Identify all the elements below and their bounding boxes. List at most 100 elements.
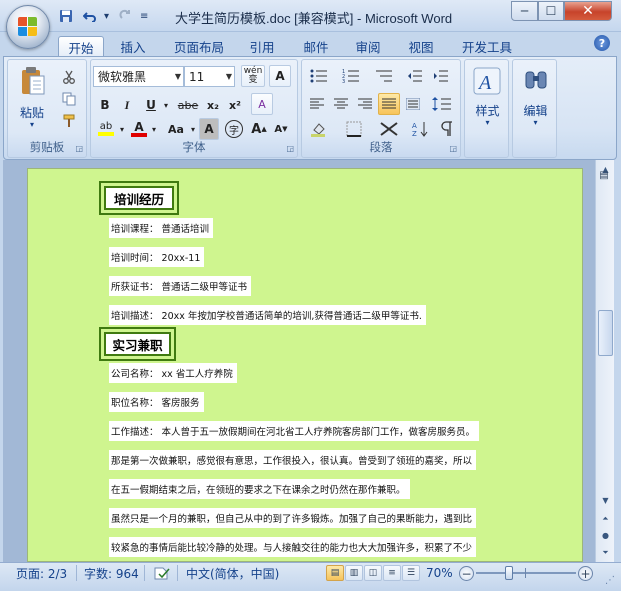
tab-developer[interactable]: 开发工具 [455,36,519,57]
format-painter-icon[interactable] [58,110,80,132]
font-name-combo[interactable]: 微软雅黑 ▼ [93,66,184,87]
zoom-slider[interactable] [476,572,576,574]
maximize-button[interactable]: ☐ [538,1,564,21]
document-page[interactable]: 培训经历 培训课程： 普通话培训 培训时间： 20xx-11 所获证书： 普通话… [27,168,583,562]
scroll-thumb[interactable] [598,310,613,356]
sort-icon[interactable]: AZ [408,118,432,140]
shading-icon[interactable] [306,118,334,140]
clear-formatting-button[interactable]: A [251,93,273,115]
resize-grip-icon[interactable]: ⋰ [605,575,615,586]
tab-view[interactable]: 视图 [400,36,442,57]
office-button[interactable] [6,5,50,49]
strikethrough-button[interactable]: abe [175,94,201,116]
zoom-slider-knob[interactable] [505,566,513,580]
undo-icon[interactable] [80,7,100,25]
multilevel-list-icon[interactable] [370,65,398,87]
justify-icon[interactable] [378,93,400,115]
copy-icon[interactable] [58,88,80,110]
chevron-down-icon[interactable]: ▼ [175,67,181,86]
document-area[interactable]: 培训经历 培训课程： 普通话培训 培训时间： 20xx-11 所获证书： 普通话… [3,160,595,562]
doc-line[interactable]: 培训描述： 20xx 年按加学校普通话简单的培训,获得普通话二级甲等证书. [109,305,426,325]
zoom-in-button[interactable]: + [578,566,593,581]
line-spacing-icon[interactable] [428,93,456,115]
highlight-button[interactable]: ab [95,118,117,140]
font-color-button[interactable]: A [129,118,149,140]
previous-page-icon[interactable]: ⏶ [599,512,612,525]
save-icon[interactable] [56,7,76,25]
doc-line[interactable]: 那是第一次做兼职，感觉很有意思，工作很投入，很认真。曾受到了领班的嘉奖，所以 [109,450,477,470]
paste-button[interactable]: 粘贴 ▾ [14,64,50,134]
numbering-icon[interactable]: 123 [338,65,364,87]
grow-font-button[interactable]: A ▲ [249,118,269,140]
doc-line[interactable]: 在五一假期结束之后，在领班的要求之下在课余之时仍然在那作兼职。 [109,479,410,499]
increase-indent-icon[interactable] [430,65,452,87]
distributed-icon[interactable] [402,93,424,115]
full-screen-reading-icon[interactable]: ▥ [345,565,363,581]
tab-insert[interactable]: 插入 [112,36,154,57]
customize-qat-icon[interactable]: ≡ [140,11,150,22]
bullets-icon[interactable] [306,65,332,87]
doc-line[interactable]: 培训时间： 20xx-11 [109,247,205,267]
print-layout-view-icon[interactable]: ▤ [326,565,344,581]
minimize-button[interactable]: ─ [511,1,538,21]
tab-home[interactable]: 开始 [58,36,104,57]
zoom-level[interactable]: 70% [426,563,453,583]
redo-icon[interactable] [116,7,136,25]
italic-button[interactable]: I [117,94,137,116]
tab-page-layout[interactable]: 页面布局 [165,36,233,57]
tab-references[interactable]: 引用 [241,36,283,57]
change-case-button[interactable]: Aa [163,118,189,140]
bold-button[interactable]: B [95,94,115,116]
doc-line[interactable]: 工作描述： 本人曾于五一放假期间在河北省工人疗养院客房部门工作，做客房服务员。 [109,421,480,441]
chevron-down-icon[interactable]: ▾ [189,118,197,140]
help-icon[interactable]: ? [594,35,610,51]
view-ruler-icon[interactable]: ▤ [597,170,611,184]
word-count[interactable]: 字数: 964 [84,563,139,583]
phonetic-guide-button[interactable]: wén 变 [241,65,265,87]
font-launcher-icon[interactable]: ◲ [286,144,294,153]
character-shading-button[interactable]: A [199,118,219,140]
scroll-down-icon[interactable]: ▼ [599,494,612,507]
align-center-icon[interactable] [330,93,352,115]
borders-icon[interactable] [340,118,368,140]
doc-line[interactable]: 较紧急的事情后能比较冷静的处理。与人接触交往的能力也大大加强许多，积累了不少 [109,537,477,557]
chevron-down-icon[interactable]: ▾ [161,94,171,116]
align-right-icon[interactable] [354,93,376,115]
chevron-down-icon[interactable]: ▾ [117,118,127,140]
select-browse-object-icon[interactable]: ● [599,529,612,542]
doc-line[interactable]: 职位名称： 客房服务 [109,392,204,412]
outline-view-icon[interactable]: ≡ [383,565,401,581]
character-border-button[interactable]: A [269,65,291,87]
enclose-characters-button[interactable]: 字 [223,118,245,140]
proofing-icon[interactable] [153,563,171,583]
tab-mailings[interactable]: 邮件 [295,36,337,57]
decrease-indent-icon[interactable] [404,65,426,87]
language-indicator[interactable]: 中文(简体，中国) [186,563,279,583]
superscript-button[interactable]: x² [225,94,245,116]
draft-view-icon[interactable]: ☰ [402,565,420,581]
undo-dropdown-icon[interactable]: ▾ [104,11,112,22]
web-layout-icon[interactable]: ◫ [364,565,382,581]
zoom-out-button[interactable]: − [459,566,474,581]
paragraph-launcher-icon[interactable]: ◲ [449,144,457,153]
align-left-icon[interactable] [306,93,328,115]
styles-group[interactable]: A 样式 ▾ [464,59,509,158]
underline-button[interactable]: U [141,94,161,116]
doc-line[interactable]: 虽然只是一个月的兼职，但自己从中的到了许多锻炼。加强了自己的果断能力，遇到比 [109,508,477,528]
chevron-down-icon[interactable]: ▾ [149,118,159,140]
close-button[interactable]: ✕ [564,1,612,21]
show-formatting-marks-icon[interactable] [436,118,458,140]
next-page-icon[interactable]: ⏷ [599,546,612,559]
font-size-combo[interactable]: 11 ▼ [184,66,235,87]
vertical-scrollbar[interactable]: ▲ ▼ ⏶ ● ⏷ [595,160,614,562]
doc-line[interactable]: 培训课程： 普通话培训 [109,218,214,238]
clipboard-launcher-icon[interactable]: ◲ [75,144,83,153]
editing-group[interactable]: 编辑 ▾ [512,59,557,158]
chevron-down-icon[interactable]: ▼ [226,67,232,86]
doc-line[interactable]: 公司名称： xx 省工人疗养院 [109,363,237,383]
chinese-layout-icon[interactable] [374,118,404,140]
tab-review[interactable]: 审阅 [347,36,389,57]
cut-icon[interactable] [58,66,80,88]
page-indicator[interactable]: 页面: 2/3 [16,563,67,583]
shrink-font-button[interactable]: A ▼ [271,118,291,140]
